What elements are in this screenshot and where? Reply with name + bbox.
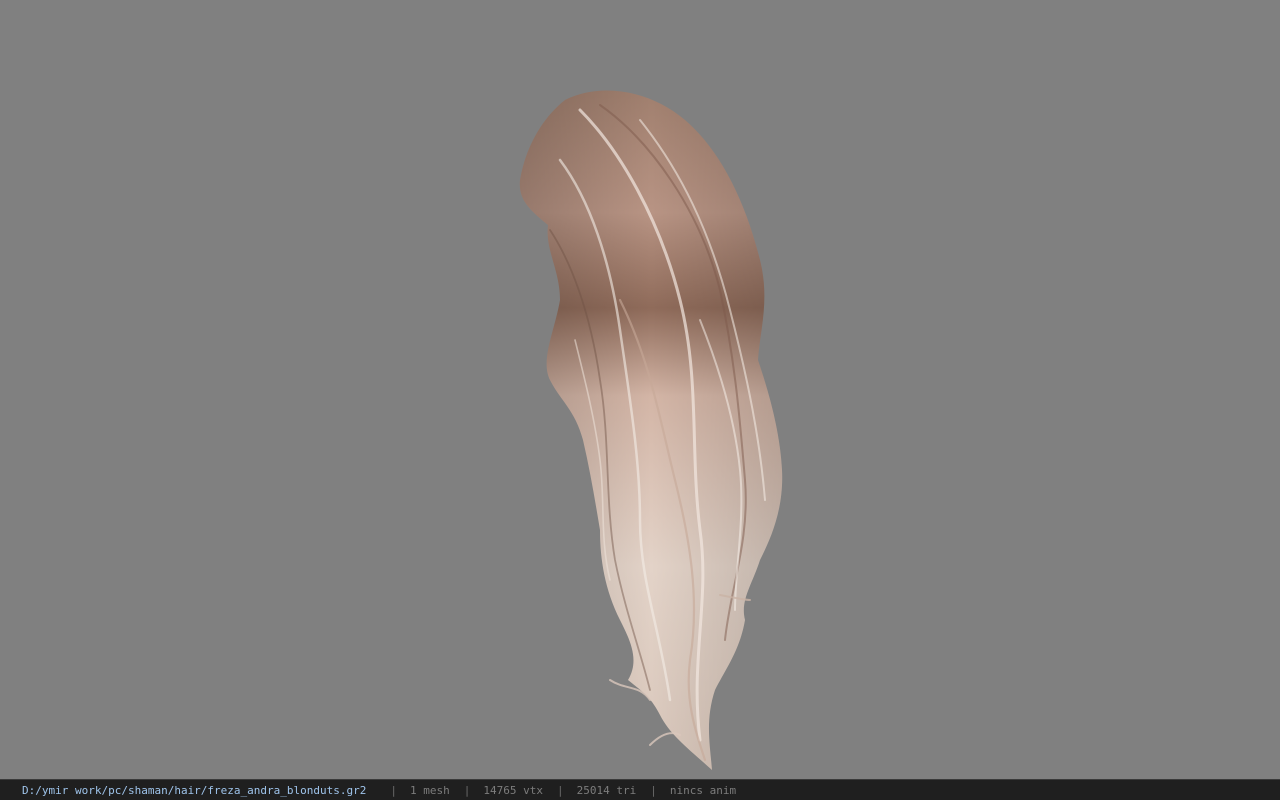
hair-model	[519, 90, 783, 770]
3d-viewport[interactable]	[0, 0, 1280, 779]
separator: |	[556, 783, 564, 797]
separator: |	[463, 783, 471, 797]
status-bar: D:/ymir work/pc/shaman/hair/freza_andra_…	[0, 779, 1280, 800]
triangle-count: 25014 tri	[576, 783, 637, 797]
file-path: D:/ymir work/pc/shaman/hair/freza_andra_…	[22, 783, 367, 797]
animation-status: nincs anim	[669, 783, 737, 797]
mesh-count: 1 mesh	[410, 783, 450, 797]
separator: |	[390, 783, 397, 797]
separator: |	[650, 783, 657, 797]
vertex-count: 14765 vtx	[483, 783, 543, 797]
